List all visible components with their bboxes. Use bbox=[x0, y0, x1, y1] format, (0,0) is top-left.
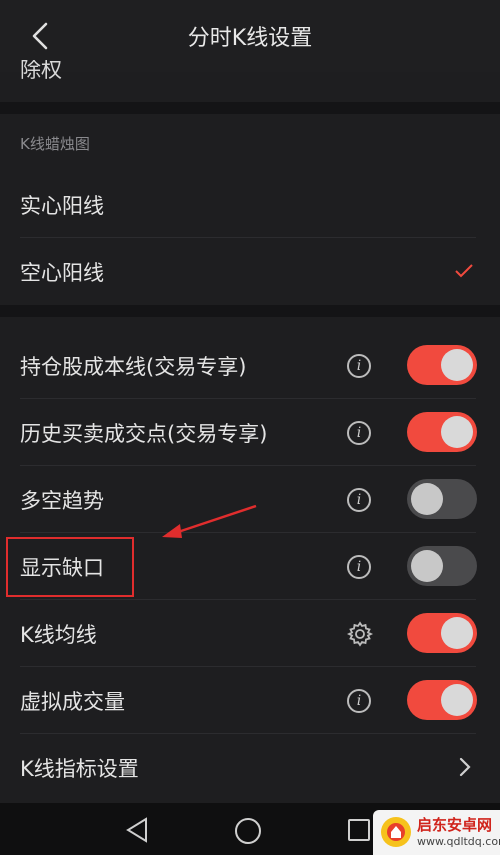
watermark-url: www.qdltdq.com bbox=[417, 835, 500, 848]
annotation-arrow-icon bbox=[162, 504, 257, 538]
option-hollow-candle[interactable]: 空心阳线 bbox=[0, 238, 500, 305]
watermark-logo-icon bbox=[381, 817, 411, 847]
info-icon[interactable]: i bbox=[347, 689, 371, 713]
toggle-knob bbox=[441, 416, 473, 448]
setting-row-virtual-volume: 虚拟成交量 i bbox=[0, 667, 500, 734]
setting-label: K线均线 bbox=[20, 622, 97, 647]
setting-label: K线指标设置 bbox=[20, 756, 139, 781]
option-label: 空心阳线 bbox=[20, 260, 104, 285]
setting-row-ma: K线均线 bbox=[0, 600, 500, 667]
toggle-knob bbox=[441, 349, 473, 381]
back-arrow-icon[interactable] bbox=[24, 18, 60, 54]
section-header-candle: K线蜡烛图 bbox=[20, 135, 90, 153]
page-title: 分时K线设置 bbox=[187, 26, 313, 51]
info-icon[interactable]: i bbox=[347, 555, 371, 579]
setting-label: 多空趋势 bbox=[20, 488, 104, 513]
toggle-knob bbox=[441, 617, 473, 649]
toggle-switch[interactable] bbox=[407, 412, 477, 452]
list-item-label: 除权 bbox=[20, 60, 62, 82]
nav-back-icon[interactable] bbox=[125, 817, 149, 843]
section-separator bbox=[0, 102, 500, 114]
watermark-name: 启东安卓网 bbox=[417, 816, 493, 834]
info-icon[interactable]: i bbox=[347, 421, 371, 445]
setting-row-cost-line: 持仓股成本线(交易专享) i bbox=[0, 332, 500, 399]
setting-label: 虚拟成交量 bbox=[20, 689, 125, 714]
toggle-knob bbox=[441, 684, 473, 716]
list-item-partial[interactable]: 除权 bbox=[0, 60, 500, 100]
info-icon[interactable]: i bbox=[347, 488, 371, 512]
section-separator bbox=[0, 305, 500, 317]
toggle-switch[interactable] bbox=[407, 613, 477, 653]
setting-label: 持仓股成本线(交易专享) bbox=[20, 354, 247, 379]
setting-label: 历史买卖成交点(交易专享) bbox=[20, 421, 268, 446]
setting-row-indicator[interactable]: K线指标设置 bbox=[0, 734, 500, 801]
toggle-switch[interactable] bbox=[407, 479, 477, 519]
nav-recent-apps-icon[interactable] bbox=[348, 819, 370, 841]
toggle-switch[interactable] bbox=[407, 680, 477, 720]
gear-icon[interactable] bbox=[347, 621, 373, 647]
info-icon[interactable]: i bbox=[347, 354, 371, 378]
toggle-switch[interactable] bbox=[407, 345, 477, 385]
watermark: 启东安卓网 www.qdltdq.com bbox=[373, 810, 500, 855]
nav-home-icon[interactable] bbox=[235, 818, 261, 844]
toggle-knob bbox=[411, 550, 443, 582]
toggle-knob bbox=[411, 483, 443, 515]
annotation-highlight-box bbox=[6, 537, 134, 597]
option-label: 实心阳线 bbox=[20, 193, 104, 218]
setting-row-trade-points: 历史买卖成交点(交易专享) i bbox=[0, 399, 500, 466]
chevron-right-icon bbox=[459, 757, 471, 777]
toggle-switch[interactable] bbox=[407, 546, 477, 586]
checkmark-icon bbox=[455, 264, 473, 278]
option-solid-candle[interactable]: 实心阳线 bbox=[0, 171, 500, 238]
